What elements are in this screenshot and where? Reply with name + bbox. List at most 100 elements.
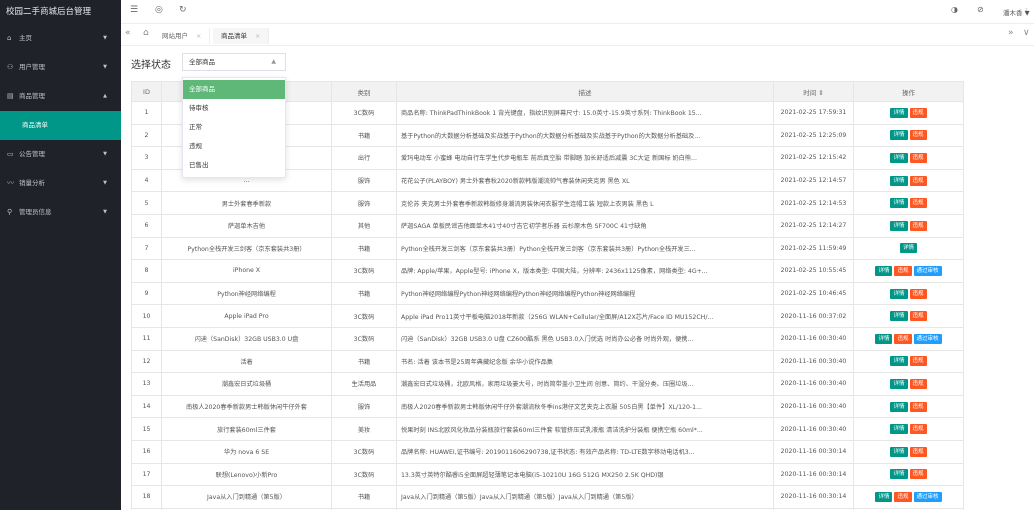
detail-button[interactable]: 详情 (890, 311, 908, 322)
approve-button[interactable]: 通过审核 (913, 491, 942, 502)
detail-button[interactable]: 详情 (875, 491, 893, 502)
cell-actions: 详情违规 (853, 304, 964, 328)
close-icon[interactable]: × (255, 32, 260, 40)
caret-icon: ▼ (103, 64, 107, 70)
status-option[interactable]: 全部商品 (183, 80, 285, 99)
sidebar-item[interactable]: ▭ 公告管理 ▼ (0, 140, 121, 169)
violation-button[interactable]: 违规 (909, 311, 927, 322)
menu-toggle-icon[interactable]: ☰ (130, 5, 138, 15)
tag-icon[interactable]: ⊘ (977, 5, 984, 14)
violation-button[interactable]: 违规 (909, 469, 927, 480)
violation-button[interactable]: 违规 (909, 288, 927, 299)
status-option[interactable]: 已售出 (183, 156, 285, 175)
violation-button[interactable]: 违规 (894, 491, 912, 502)
sidebar-item[interactable]: 〰销量分析 ▼ (0, 169, 121, 198)
col-time[interactable]: 时间 ⇕ (773, 81, 854, 102)
violation-button[interactable]: 违规 (909, 401, 927, 412)
theme-icon[interactable]: ◑ (951, 5, 958, 14)
violation-button[interactable]: 违规 (909, 446, 927, 457)
table-row: 9 Python神经网络编程 书籍 Python神经网络编程Python神经网络编程P… (131, 281, 964, 306)
cell-category: 3C数码 (331, 304, 397, 328)
status-select-value: 全部商品 (189, 58, 215, 66)
detail-button[interactable]: 详情 (875, 265, 893, 276)
detail-button[interactable]: 详情 (890, 356, 908, 367)
status-option[interactable]: 待审核 (183, 99, 285, 118)
detail-button[interactable]: 详情 (890, 424, 908, 435)
chevron-up-icon: ▲ (271, 58, 276, 65)
detail-button[interactable]: 详情 (890, 446, 908, 457)
cell-description: 克伦苏 夹克男士外套春季新款韩版修身潮流男装休闲衣服学生连帽工装 短款上衣男装 … (396, 191, 774, 215)
sidebar-item[interactable]: ⌂ 主页 ▼ (0, 24, 121, 53)
sidebar-subitem-product-list[interactable]: 商品清单 (0, 111, 121, 140)
sidebar-item-label: 销量分析 (19, 179, 45, 187)
table-row: 10 Apple iPad Pro 3C数码 Apple iPad Pro11英寸平板… (131, 304, 964, 328)
cell-category: 3C数码 (331, 439, 397, 464)
cell-actions: 详情 违规 通过审核 (853, 259, 964, 283)
cell-id: 5 (131, 191, 162, 215)
table-row: 16 华为 nova 6 SE 3C数码 品牌名称: HUAWEI,证书编号: 201… (131, 439, 964, 464)
sidebar-item[interactable]: ⚲ 管理员信息 ▼ (0, 198, 121, 227)
status-option[interactable]: 正常 (183, 118, 285, 137)
tab-bar: « ⌂ 网站用户 × 商品清单 × » ∨ (121, 24, 1034, 46)
tab-product-list[interactable]: 商品清单 × (213, 28, 270, 44)
violation-button[interactable]: 违规 (909, 356, 927, 367)
refresh-icon[interactable]: ↻ (179, 5, 187, 15)
violation-button[interactable]: 违规 (909, 220, 927, 231)
list-icon: ▤ (7, 92, 14, 100)
violation-button[interactable]: 违规 (909, 198, 927, 209)
status-select[interactable]: 全部商品 ▲ (182, 53, 286, 71)
detail-button[interactable]: 详情 (890, 220, 908, 231)
violation-button[interactable]: 违规 (909, 152, 927, 163)
detail-button[interactable]: 详情 (899, 243, 917, 254)
cell-description: Python全栈开发三剑客（京东套装共3册）Python全栈开发三剑客（京东套装… (396, 236, 774, 261)
detail-button[interactable]: 详情 (890, 469, 908, 480)
detail-button[interactable]: 详情 (890, 378, 908, 389)
detail-button[interactable]: 详情 (890, 152, 908, 163)
home-tab-icon[interactable]: ⌂ (143, 28, 149, 38)
violation-button[interactable]: 违规 (909, 378, 927, 389)
detail-button[interactable]: 详情 (875, 333, 893, 344)
col-category: 类别 (331, 81, 397, 102)
violation-button[interactable]: 违规 (909, 130, 927, 141)
cell-category: 3C数码 (331, 101, 397, 125)
cell-category: 服饰 (331, 394, 397, 419)
sidebar-menu: ⌂ 主页 ▼ ⚇ 用户管理 ▼ ▤ 商品管理 ▲ 商品清单 ▭ 公告管理 ▼ 〰销量分析 ▼ ⚲ 管理员信息 ▼ (0, 24, 121, 227)
violation-button[interactable]: 违规 (894, 265, 912, 276)
violation-button[interactable]: 违规 (909, 175, 927, 186)
tabs-right-icon[interactable]: » (1008, 28, 1014, 38)
cell-name: 旅行套装60ml三件套 (161, 417, 332, 441)
violation-button[interactable]: 违规 (909, 107, 927, 118)
approve-button[interactable]: 通过审核 (913, 265, 942, 276)
globe-icon[interactable]: ◎ (155, 5, 163, 15)
violation-button[interactable]: 违规 (909, 424, 927, 435)
detail-button[interactable]: 详情 (890, 198, 908, 209)
detail-button[interactable]: 详情 (890, 175, 908, 186)
tabs-dropdown-icon[interactable]: ∨ (1023, 28, 1030, 38)
violation-button[interactable]: 违规 (894, 333, 912, 344)
sidebar-item[interactable]: ▤ 商品管理 ▲ (0, 82, 121, 111)
cell-category: 服饰 (331, 168, 397, 193)
status-option[interactable]: 违规 (183, 137, 285, 156)
cell-description: 花花公子(PLAYBOY) 男士外套春秋2020新款韩版潮流帅气春装休闲夹克男 … (396, 168, 774, 193)
cell-actions: 详情违规 (853, 281, 964, 306)
close-icon[interactable]: × (196, 32, 201, 40)
detail-button[interactable]: 详情 (890, 130, 908, 141)
chart-icon: 〰 (7, 179, 14, 187)
approve-button[interactable]: 通过审核 (913, 333, 942, 344)
detail-button[interactable]: 详情 (890, 288, 908, 299)
detail-button[interactable]: 详情 (890, 401, 908, 412)
cell-id: 17 (131, 462, 162, 487)
cell-actions: 详情违规 (853, 462, 964, 487)
cell-time: 2021-02-25 12:15:42 (773, 146, 854, 170)
more-icon[interactable]: ⋮ (1023, 7, 1030, 15)
cell-id: 1 (131, 101, 162, 125)
detail-button[interactable]: 详情 (890, 107, 908, 118)
tab-site-users[interactable]: 网站用户 × (154, 28, 211, 44)
cell-actions: 详情违规 (853, 101, 964, 125)
sidebar-item[interactable]: ⚇ 用户管理 ▼ (0, 53, 121, 82)
app-title: 校园二手商城后台管理 (6, 7, 92, 17)
table-row: 15 旅行套装60ml三件套 美妆 悦果时刻 INS北欧风化妆品分装瓶旅行套装60ml… (131, 417, 964, 441)
cell-actions: 详情违规 (853, 439, 964, 464)
tabs-left-icon[interactable]: « (125, 28, 131, 38)
cell-description: 商品名称: ThinkPadThinkBook 1 背光键盘，指纹识别屏幕尺寸:… (396, 101, 774, 125)
